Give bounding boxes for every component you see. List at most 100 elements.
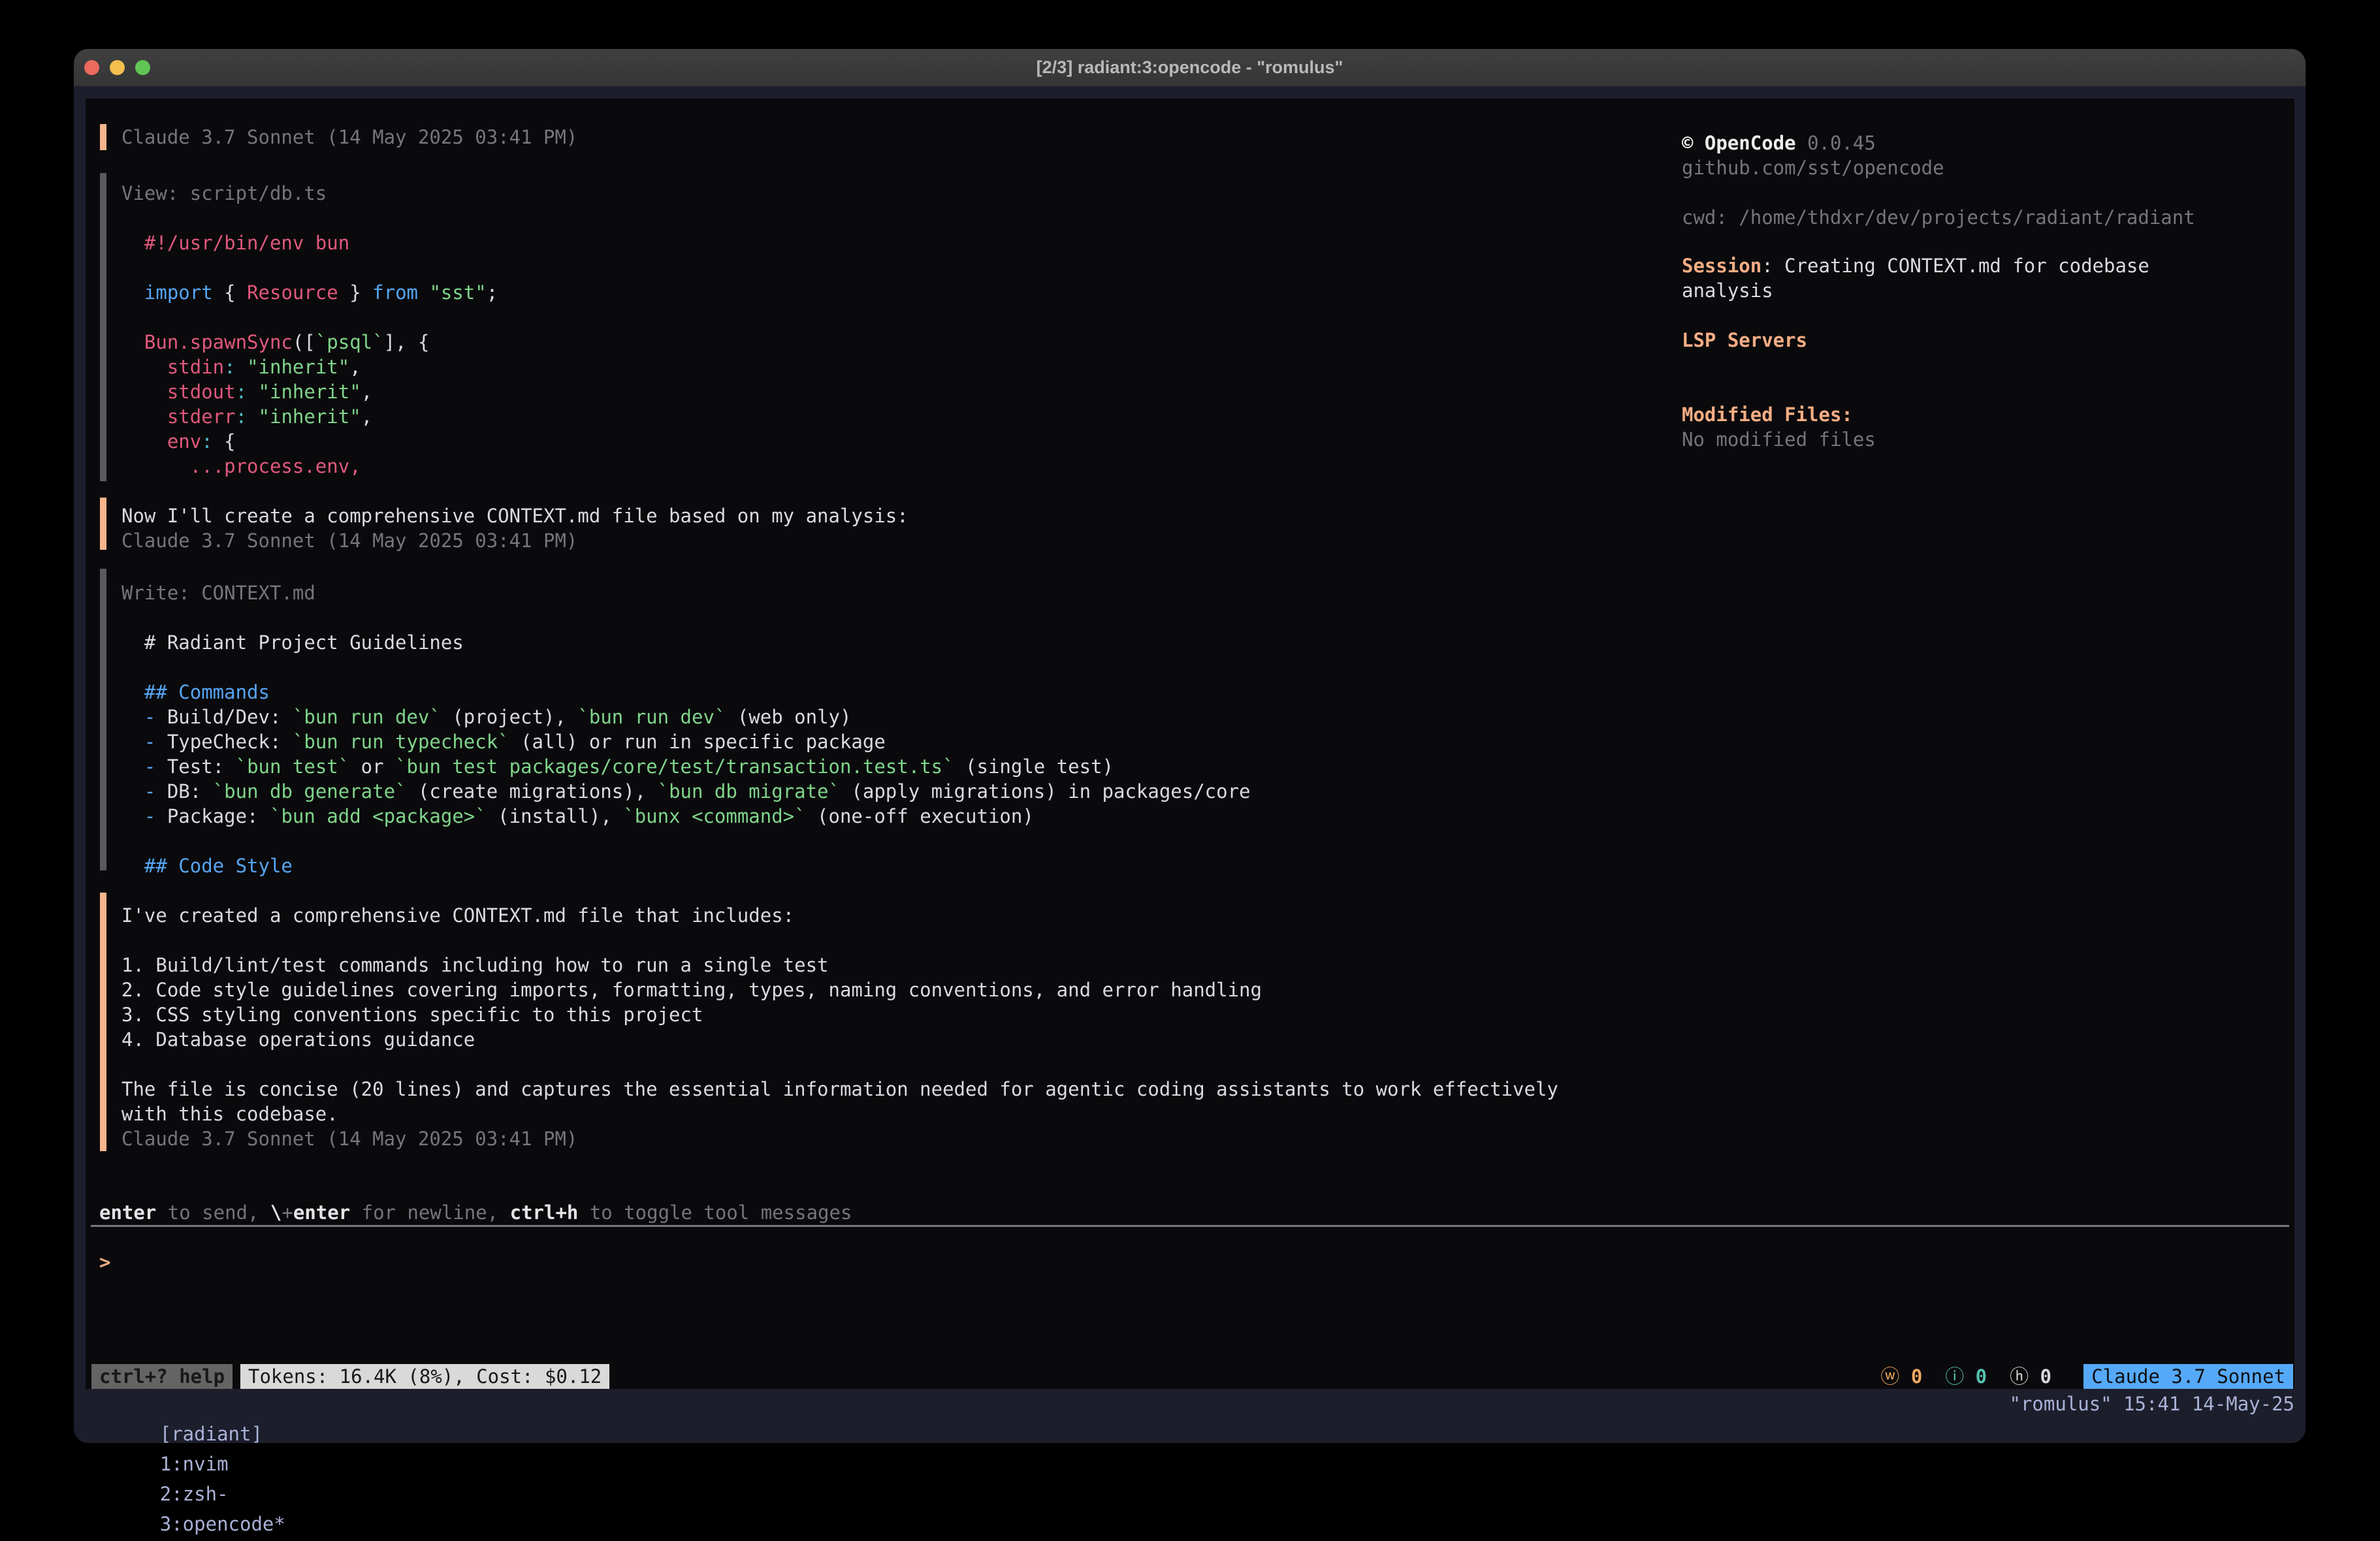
text-line: analysis <box>1682 278 2149 303</box>
text-line: Write: CONTEXT.md <box>121 580 1251 605</box>
text-line <box>121 928 1558 953</box>
text-segment: Session <box>1682 255 1761 277</box>
session-title: Session: Creating CONTEXT.md for codebas… <box>1682 253 2149 303</box>
text-segment: `psql` <box>315 331 384 353</box>
assistant-message: Now I'll create a comprehensive CONTEXT.… <box>121 503 909 553</box>
text-segment: import <box>121 281 213 304</box>
text-segment: (install), <box>487 805 624 827</box>
text-line: Claude 3.7 Sonnet (14 May 2025 03:41 PM) <box>121 528 909 553</box>
text-segment: `bun run dev` <box>293 706 441 728</box>
text-segment: , <box>361 405 372 428</box>
text-segment: TypeCheck: <box>167 731 293 753</box>
text-segment: : <box>236 405 247 428</box>
text-line: stderr: "inherit", <box>121 404 498 429</box>
text-segment: analysis <box>1682 279 1773 302</box>
text-segment: I've created a comprehensive CONTEXT.md … <box>121 904 794 927</box>
text-line <box>121 605 1251 630</box>
text-segment: © OpenCode <box>1682 132 1796 154</box>
assistant-message: I've created a comprehensive CONTEXT.md … <box>121 903 1558 1151</box>
text-line: stdout: "inherit", <box>121 379 498 404</box>
text-line <box>121 1052 1558 1077</box>
text-line: I've created a comprehensive CONTEXT.md … <box>121 903 1558 928</box>
text-segment: Bun.spawnSync <box>121 331 293 353</box>
text-segment: ⓗ <box>2010 1365 2040 1388</box>
text-segment: `bun test` <box>236 755 350 778</box>
text-segment: `bun db migrate` <box>658 780 840 802</box>
text-line: Now I'll create a comprehensive CONTEXT.… <box>121 503 909 528</box>
text-line: Claude 3.7 Sonnet (14 May 2025 03:41 PM) <box>121 125 577 150</box>
text-segment: env <box>121 430 201 453</box>
text-segment: #!/usr/bin/env bun <box>121 232 349 254</box>
text-segment: Now I'll create a comprehensive CONTEXT.… <box>121 505 909 527</box>
text-segment: ## Code Style <box>121 855 293 877</box>
cwd-path: cwd: /home/thdxr/dev/projects/radiant/ra… <box>1682 205 2195 230</box>
modified-files-heading: Modified Files: <box>1682 402 1853 427</box>
text-segment: (one-off execution) <box>806 805 1034 827</box>
text-segment: : Creating CONTEXT.md for codebase <box>1761 255 2149 277</box>
tmux-window-2[interactable]: 2:zsh- <box>160 1483 229 1505</box>
text-line: ...process.env, <box>121 454 498 479</box>
text-segment: The file is concise (20 lines) and captu… <box>121 1078 1558 1100</box>
text-segment: `bun run typecheck` <box>293 731 509 753</box>
text-segment: or <box>349 755 395 778</box>
text-line: 4. Database operations guidance <box>121 1027 1558 1052</box>
text-line <box>121 655 1251 680</box>
text-line: - Test: `bun test` or `bun test packages… <box>121 754 1251 779</box>
model-badge[interactable]: Claude 3.7 Sonnet <box>2083 1364 2293 1389</box>
repo-link[interactable]: github.com/sst/opencode <box>1682 155 1944 180</box>
text-segment: ...process.env, <box>121 455 361 477</box>
desktop: { "window": { "title": "[2/3] radiant:3:… <box>0 0 2380 1541</box>
tmux-window-3-active[interactable]: 3:opencode* <box>160 1513 285 1535</box>
text-segment: "inherit" <box>247 381 361 403</box>
text-segment: stderr <box>121 405 236 428</box>
text-line: - DB: `bun db generate` (create migratio… <box>121 779 1251 804</box>
text-segment: - <box>121 755 167 778</box>
message-accent-bar <box>100 124 106 150</box>
text-segment: View: script/db.ts <box>121 182 327 204</box>
tool-accent-bar <box>100 569 106 870</box>
text-segment: "inherit" <box>247 405 361 428</box>
text-segment: (apply migrations) in packages/core <box>840 780 1251 802</box>
text-segment: ctrl+h <box>510 1201 579 1224</box>
text-segment: Claude 3.7 Sonnet (14 May 2025 03:41 PM) <box>121 530 577 552</box>
window-titlebar[interactable]: [2/3] radiant:3:opencode - "romulus" <box>74 49 2306 86</box>
tmux-window-1[interactable]: 1:nvim <box>160 1453 229 1475</box>
text-segment: ⓘ <box>1945 1365 1975 1388</box>
status-bar: ctrl+? help Tokens: 16.4K (8%), Cost: $0… <box>86 1364 2294 1389</box>
text-segment: 0 <box>1911 1365 1922 1388</box>
text-segment: from <box>372 281 418 304</box>
text-line: ## Code Style <box>121 853 1251 878</box>
text-segment: + <box>281 1201 293 1224</box>
message-accent-bar <box>100 498 106 550</box>
text-segment <box>1922 1365 1945 1388</box>
text-segment: - <box>121 780 167 802</box>
text-segment: for newline, <box>350 1201 509 1224</box>
text-segment: `bun run dev` <box>577 706 726 728</box>
opencode-brand: © OpenCode 0.0.45 <box>1682 131 1876 155</box>
help-chip[interactable]: ctrl+? help <box>91 1364 233 1389</box>
text-segment: (all) or run in specific package <box>509 731 886 753</box>
text-segment: enter <box>99 1201 156 1224</box>
text-line: 1. Build/lint/test commands including ho… <box>121 953 1558 977</box>
text-line: with this codebase. <box>121 1102 1558 1126</box>
text-line: Claude 3.7 Sonnet (14 May 2025 03:41 PM) <box>121 1126 1558 1151</box>
text-line <box>121 255 498 280</box>
prompt-input[interactable]: > <box>99 1250 110 1275</box>
text-segment: Claude 3.7 Sonnet (14 May 2025 03:41 PM) <box>121 126 577 148</box>
text-line: The file is concise (20 lines) and captu… <box>121 1077 1558 1102</box>
text-segment: ## Commands <box>121 681 270 703</box>
text-segment: (project), <box>441 706 578 728</box>
text-line: # Radiant Project Guidelines <box>121 630 1251 655</box>
tokens-cost-chip: Tokens: 16.4K (8%), Cost: $0.12 <box>240 1364 609 1389</box>
text-segment: with this codebase. <box>121 1103 338 1125</box>
text-line: - Package: `bun add <package>` (install)… <box>121 804 1251 829</box>
assistant-message: Claude 3.7 Sonnet (14 May 2025 03:41 PM) <box>121 125 577 150</box>
text-segment: Claude 3.7 Sonnet (14 May 2025 03:41 PM) <box>121 1128 577 1150</box>
text-segment: (single test) <box>954 755 1114 778</box>
text-segment: \ <box>270 1201 281 1224</box>
text-segment: ⓦ <box>1880 1365 1910 1388</box>
text-line: - TypeCheck: `bun run typecheck` (all) o… <box>121 729 1251 754</box>
text-segment: to send, <box>156 1201 270 1224</box>
text-line <box>121 829 1251 853</box>
text-segment: 0 <box>1976 1365 1987 1388</box>
